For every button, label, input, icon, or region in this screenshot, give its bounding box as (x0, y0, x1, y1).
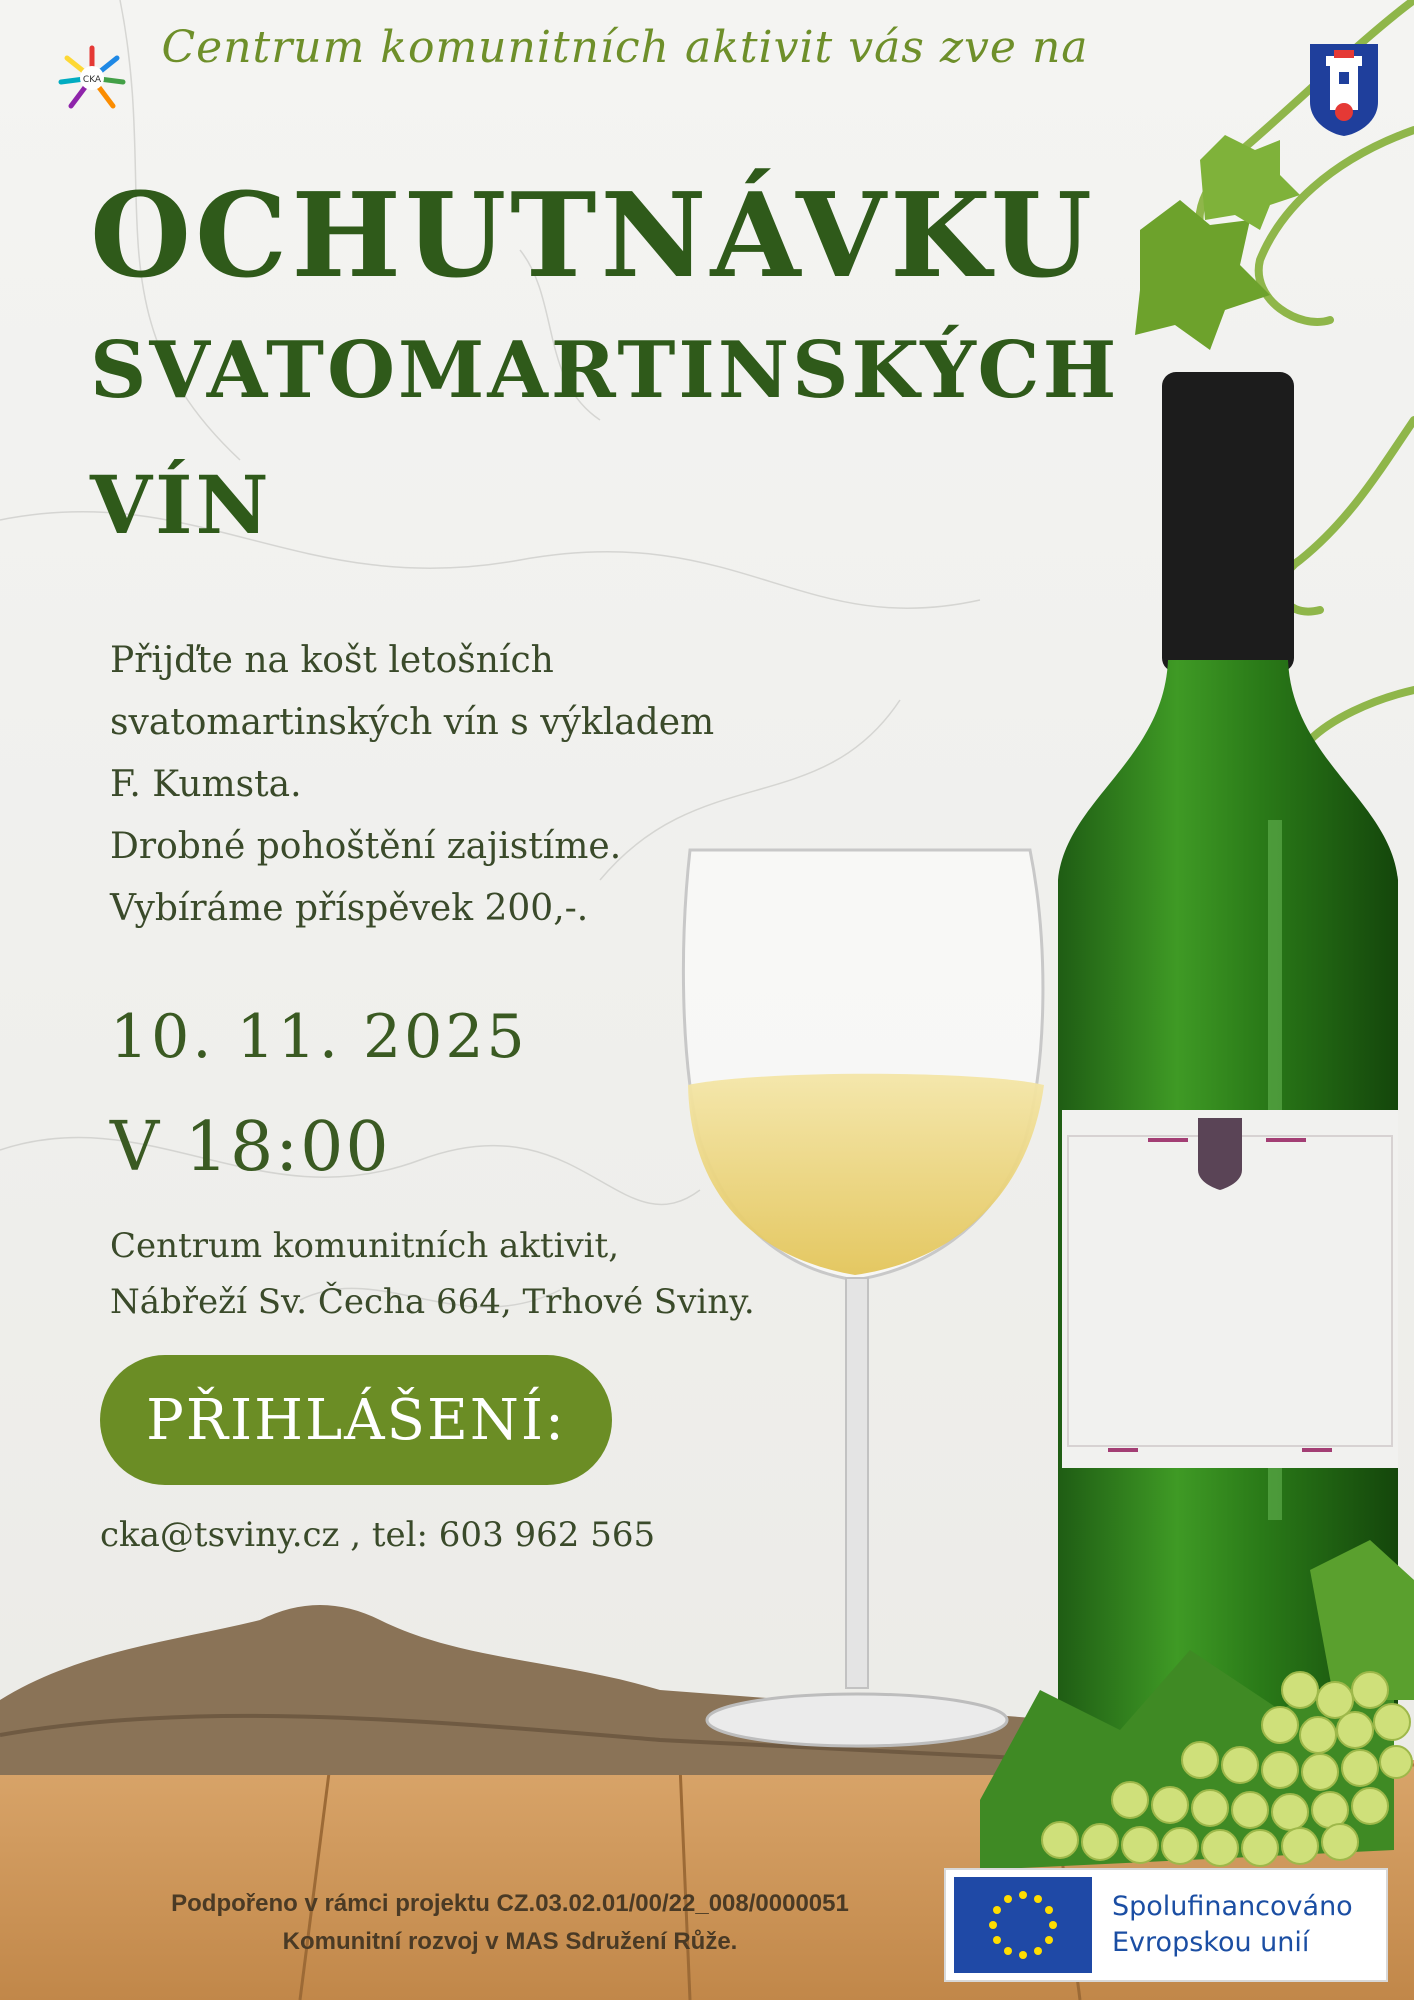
event-place: Centrum komunitních aktivit, Nábřeží Sv.… (110, 1218, 755, 1330)
vine-leaves (1135, 135, 1300, 350)
registration-button[interactable]: PŘIHLÁŠENÍ: (100, 1355, 612, 1485)
eu-flag-icon (954, 1877, 1092, 1973)
footer-line-1: Podpořeno v rámci projektu CZ.03.02.01/0… (171, 1890, 849, 1917)
title-line-2: SVATOMARTINSKÝCH (90, 325, 1120, 416)
invite-line: Centrum komunitních aktivit vás zve na (161, 22, 1089, 73)
town-crest-icon (1310, 44, 1378, 136)
title-line-1: OCHUTNÁVKU (90, 168, 1096, 304)
description-line: Vybíráme příspěvek 200,-. (110, 888, 589, 929)
eu-line-1: Spolufinancováno (1112, 1891, 1353, 1922)
registration-button-label: PŘIHLÁŠENÍ: (146, 1387, 566, 1453)
description: Přijďte na košt letošních svatomartinský… (110, 630, 714, 940)
eu-text: Spolufinancováno Evropskou unií (1112, 1889, 1353, 1961)
footer-text: Podpořeno v rámci projektu CZ.03.02.01/0… (70, 1885, 950, 1961)
cka-logo-text: CKA (83, 75, 102, 85)
description-line: Přijďte na košt letošních (110, 640, 554, 681)
place-line-2: Nábřeží Sv. Čecha 664, Trhové Sviny. (110, 1282, 755, 1322)
burlap-cloth (0, 1605, 1060, 1775)
event-date: 10. 11. 2025 (110, 1002, 528, 1072)
title-line-3: VÍN (90, 458, 272, 552)
description-line: F. Kumsta. (110, 764, 302, 805)
contact-info[interactable]: cka@tsviny.cz , tel: 603 962 565 (100, 1515, 655, 1555)
eu-cofunding-badge: Spolufinancováno Evropskou unií (944, 1868, 1388, 1982)
eu-line-2: Evropskou unií (1112, 1927, 1310, 1958)
wine-bottle (1058, 372, 1398, 1750)
footer-line-2: Komunitní rozvoj v MAS Sdružení Růže. (282, 1928, 738, 1955)
place-line-1: Centrum komunitních aktivit, (110, 1226, 620, 1266)
event-time: V 18:00 (110, 1108, 391, 1187)
description-line: Drobné pohoštění zajistíme. (110, 826, 622, 867)
description-line: svatomartinských vín s výkladem (110, 702, 715, 743)
